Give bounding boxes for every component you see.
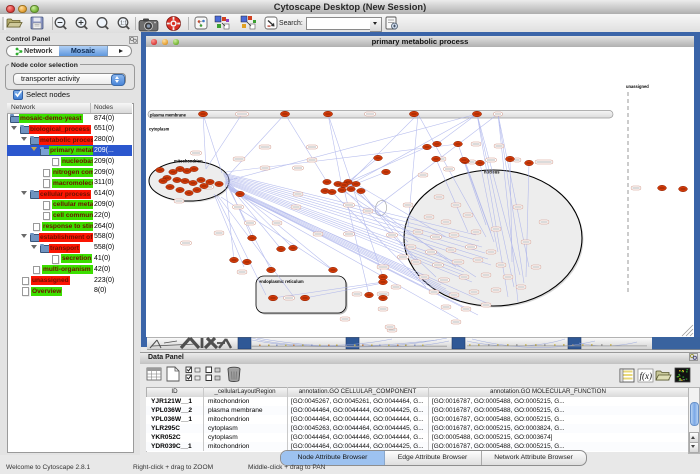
svg-text:unassigned: unassigned (626, 84, 649, 89)
svg-text:endoplasmic reticulum: endoplasmic reticulum (259, 279, 304, 284)
svg-text:f(x): f(x) (640, 371, 653, 381)
svg-text:cytoplasm: cytoplasm (149, 127, 170, 132)
svg-text:plasma membrane: plasma membrane (150, 112, 187, 117)
svg-text:mitochondrion: mitochondrion (174, 159, 203, 164)
